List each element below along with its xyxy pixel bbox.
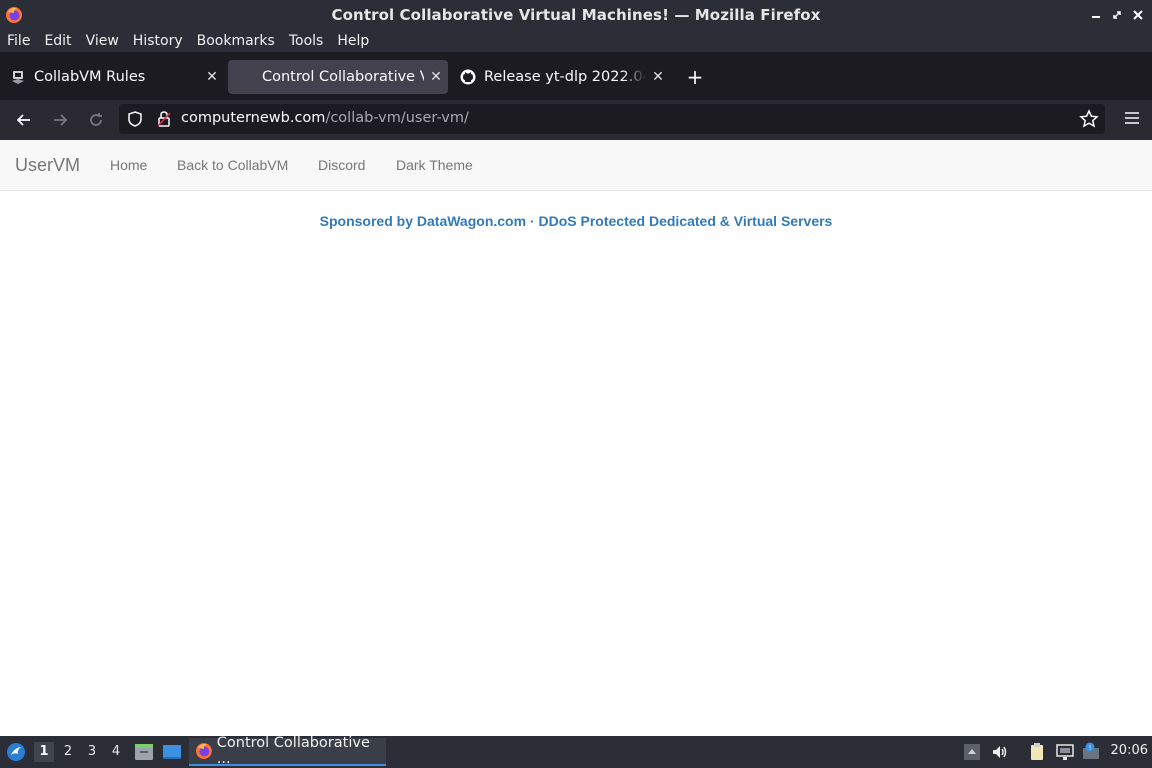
nav-link-back-to-collabvm[interactable]: Back to CollabVM xyxy=(177,157,288,173)
url-path: /collab-vm/user-vm/ xyxy=(325,110,469,126)
forward-button[interactable] xyxy=(47,107,73,133)
url-domain: computernewb.com xyxy=(181,110,326,126)
window-titlebar: Control Collaborative Virtual Machines! … xyxy=(0,0,1152,30)
network-icon[interactable] xyxy=(1055,742,1075,762)
firefox-icon xyxy=(195,743,212,759)
reload-icon xyxy=(90,113,102,126)
restore-button[interactable] xyxy=(1108,6,1125,23)
svg-text:!: ! xyxy=(1089,744,1092,752)
page-content: UserVM Home Back to CollabVM Discord Dar… xyxy=(0,140,1152,736)
volume-icon[interactable] xyxy=(990,742,1010,762)
clipboard-icon[interactable] xyxy=(1027,742,1047,762)
menu-help[interactable]: Help xyxy=(330,30,376,52)
firefox-icon xyxy=(6,7,22,23)
reload-button[interactable] xyxy=(83,107,109,133)
tab-label: Release yt-dlp 2022.04.0 xyxy=(484,69,646,85)
workspace-2[interactable]: 2 xyxy=(58,742,78,762)
tab-close-icon[interactable]: ✕ xyxy=(424,65,448,89)
sponsor-banner: Sponsored by DataWagon.com · DDoS Protec… xyxy=(0,213,1152,229)
navigation-toolbar: computernewb.com/collab-vm/user-vm/ xyxy=(0,100,1152,140)
menu-view[interactable]: View xyxy=(79,30,126,52)
site-brand[interactable]: UserVM xyxy=(15,155,80,176)
blank-favicon-icon xyxy=(238,69,254,85)
tab-close-icon[interactable]: ✕ xyxy=(646,65,670,89)
bookmark-star-icon[interactable] xyxy=(1079,109,1099,129)
taskbar-task-label: Control Collaborative ... xyxy=(216,735,370,767)
tab-label: CollabVM Rules xyxy=(34,69,146,85)
forward-arrow-icon xyxy=(54,114,68,126)
workspace-1[interactable]: 1 xyxy=(34,742,54,762)
sponsor-prefix: Sponsored by xyxy=(319,213,417,229)
menu-edit[interactable]: Edit xyxy=(37,30,78,52)
collabvm-favicon-icon xyxy=(10,69,26,85)
nav-link-dark-theme[interactable]: Dark Theme xyxy=(396,157,473,173)
sponsor-link-ddos-servers[interactable]: DDoS Protected Dedicated & Virtual Serve… xyxy=(539,213,833,229)
nav-link-home[interactable]: Home xyxy=(110,157,147,173)
site-navbar: UserVM Home Back to CollabVM Discord Dar… xyxy=(0,140,1152,191)
file-manager-icon[interactable] xyxy=(134,742,154,762)
menu-file[interactable]: File xyxy=(0,30,37,52)
menu-tools[interactable]: Tools xyxy=(282,30,331,52)
window-title: Control Collaborative Virtual Machines! … xyxy=(331,6,821,24)
notification-icon[interactable]: ! xyxy=(1082,742,1102,762)
url-bar[interactable]: computernewb.com/collab-vm/user-vm/ xyxy=(119,104,1105,134)
tab-control-collaborative[interactable]: Control Collaborative Vir ✕ xyxy=(228,60,448,94)
url-text[interactable]: computernewb.com/collab-vm/user-vm/ xyxy=(181,110,469,126)
show-desktop-icon[interactable] xyxy=(162,742,182,762)
tab-collabvm-rules[interactable]: CollabVM Rules ✕ xyxy=(0,60,224,94)
sponsor-link-datawagon[interactable]: DataWagon.com xyxy=(417,213,526,229)
new-tab-button[interactable]: + xyxy=(684,65,706,89)
workspace-4[interactable]: 4 xyxy=(106,742,126,762)
tab-release-yt-dlp[interactable]: Release yt-dlp 2022.04.0 ✕ xyxy=(450,60,670,94)
back-button[interactable] xyxy=(11,107,37,133)
tracking-protection-shield-icon[interactable] xyxy=(127,111,143,127)
menu-history[interactable]: History xyxy=(126,30,190,52)
workspace-3[interactable]: 3 xyxy=(82,742,102,762)
sponsor-separator: · xyxy=(526,213,539,229)
tab-label: Control Collaborative Vir xyxy=(262,69,424,85)
nav-link-discord[interactable]: Discord xyxy=(318,157,365,173)
app-menu-hamburger-icon[interactable] xyxy=(1124,110,1140,126)
menu-bar: File Edit View History Bookmarks Tools H… xyxy=(0,30,1152,52)
clock[interactable]: 20:06 xyxy=(1111,743,1148,758)
start-menu-icon[interactable] xyxy=(6,742,26,762)
back-arrow-icon xyxy=(16,114,30,126)
tab-close-icon[interactable]: ✕ xyxy=(200,65,224,89)
tab-strip: CollabVM Rules ✕ Control Collaborative V… xyxy=(0,52,1152,100)
lock-icon[interactable] xyxy=(157,111,171,127)
menu-bookmarks[interactable]: Bookmarks xyxy=(190,30,282,52)
taskbar-task-firefox[interactable]: Control Collaborative ... xyxy=(189,735,386,767)
taskbar: 1 2 3 4 Control Collaborative ... ! 20:0… xyxy=(0,735,1152,768)
minimize-button[interactable] xyxy=(1087,6,1104,23)
tray-expand-icon[interactable] xyxy=(962,742,982,762)
close-window-button[interactable] xyxy=(1129,6,1146,23)
github-icon xyxy=(460,69,476,85)
